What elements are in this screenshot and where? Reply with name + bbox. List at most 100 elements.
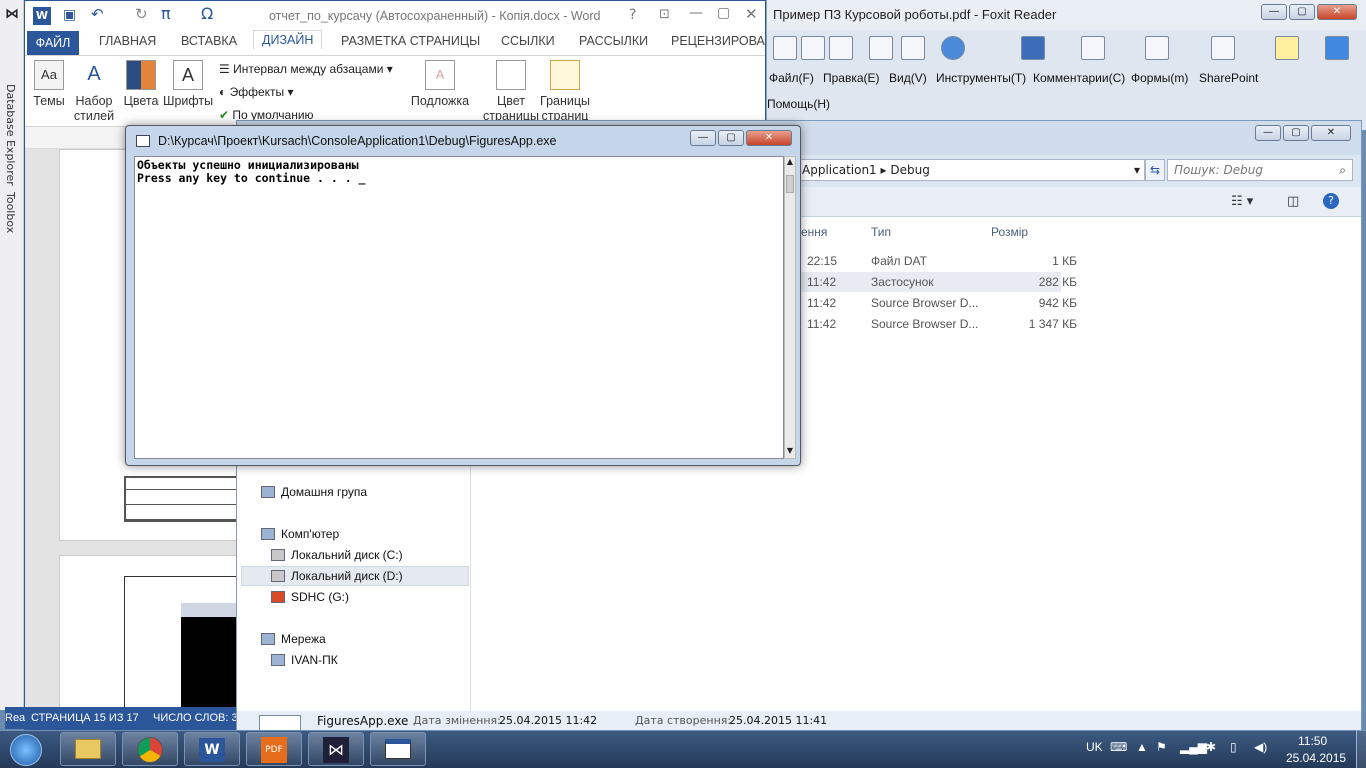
taskbar-explorer[interactable] xyxy=(60,732,116,766)
tab-mailings[interactable]: РАССЫЛКИ xyxy=(579,34,648,48)
open-icon[interactable] xyxy=(773,36,797,60)
console-output[interactable]: Объекты успешно инициализированы Press an… xyxy=(134,156,784,459)
column-size[interactable]: Розмір xyxy=(991,225,1028,239)
page-count[interactable]: СТРАНИЦА 15 ИЗ 17 xyxy=(31,707,139,729)
view-options-icon[interactable]: ☷ ▾ xyxy=(1231,194,1253,209)
clock-time[interactable]: 11:50 xyxy=(1298,734,1327,748)
menu-tools[interactable]: Инструменты(T) xyxy=(936,71,1026,85)
taskbar-chrome[interactable] xyxy=(122,732,178,766)
taskbar-foxit[interactable]: PDF xyxy=(246,732,302,766)
rotate-icon[interactable] xyxy=(1021,36,1045,60)
search-icon[interactable]: ⌕ xyxy=(1339,160,1346,180)
help-icon[interactable]: ? xyxy=(629,7,636,23)
console-maximize-button[interactable]: ▢ xyxy=(718,130,744,146)
address-dropdown-icon[interactable]: ▾ xyxy=(1134,160,1140,180)
language-indicator[interactable]: UK xyxy=(1086,740,1103,754)
page-borders-button[interactable]: Границы страниц xyxy=(537,60,593,124)
menu-comments[interactable]: Комментарии(C) xyxy=(1033,71,1125,85)
foxit-maximize-button[interactable]: ▢ xyxy=(1289,4,1315,20)
column-type[interactable]: Тип xyxy=(871,225,891,239)
taskbar-word[interactable]: W xyxy=(184,732,240,766)
explorer-minimize-button[interactable]: — xyxy=(1255,125,1281,141)
keyboard-icon[interactable]: ⌨ xyxy=(1110,740,1127,754)
nav-homegroup[interactable]: Домашня група xyxy=(261,485,367,499)
show-hidden-icons-icon[interactable]: ▲ xyxy=(1136,740,1148,754)
toolbox-tab[interactable]: Toolbox xyxy=(4,192,17,233)
fonts-button[interactable]: A Шрифты xyxy=(163,60,213,109)
close-button[interactable]: ✕ xyxy=(745,5,758,23)
maximize-button[interactable]: ▢ xyxy=(717,5,730,21)
breadcrumb-debug[interactable]: Debug xyxy=(890,163,929,177)
nav-network[interactable]: Мережа xyxy=(261,632,326,646)
explorer-close-button[interactable]: ✕ xyxy=(1311,125,1351,141)
save-icon[interactable] xyxy=(801,36,825,60)
print-icon[interactable] xyxy=(869,36,893,60)
page-color-button[interactable]: Цвет страницы xyxy=(481,60,541,124)
preview-pane-icon[interactable]: ◫ xyxy=(1287,194,1299,209)
minimize-button[interactable]: — xyxy=(689,5,703,21)
tab-references[interactable]: ССЫЛКИ xyxy=(501,34,555,48)
add-page-icon[interactable] xyxy=(1145,36,1169,60)
word-count[interactable]: ЧИСЛО СЛОВ: 3 xyxy=(153,707,237,729)
symbol-icon[interactable]: Ω xyxy=(201,4,213,23)
ribbon-options-icon[interactable]: ⊡ xyxy=(659,7,670,22)
scan-icon[interactable] xyxy=(901,36,925,60)
scroll-thumb[interactable] xyxy=(786,175,794,193)
equation-icon[interactable]: π xyxy=(161,4,171,23)
nav-disk-c[interactable]: Локальний диск (C:) xyxy=(271,548,403,562)
start-button[interactable] xyxy=(6,734,46,766)
battery-icon[interactable]: ▯ xyxy=(1230,740,1237,754)
tab-file[interactable]: ФАЙЛ xyxy=(27,31,79,55)
typewriter-icon[interactable] xyxy=(1275,36,1299,60)
action-center-icon[interactable]: ⚑ xyxy=(1156,740,1167,754)
nav-sdhc[interactable]: SDHC (G:) xyxy=(271,590,349,604)
fullscreen-icon[interactable] xyxy=(1325,36,1349,60)
file-row[interactable]: 11:42 Source Browser D... 1 347 КБ xyxy=(789,314,1349,334)
volume-icon[interactable]: ◀) xyxy=(1254,740,1267,754)
security-icon[interactable]: ✱ xyxy=(1206,740,1216,754)
foxit-close-button[interactable]: ✕ xyxy=(1317,4,1357,20)
save-icon[interactable]: ▣ xyxy=(63,7,76,23)
foxit-minimize-button[interactable]: — xyxy=(1261,4,1287,20)
scroll-up-icon[interactable]: ▲ xyxy=(785,157,795,169)
watermark-button[interactable]: A Подложка xyxy=(409,60,471,109)
file-row[interactable]: 22:15 Файл DAT 1 КБ xyxy=(789,251,1349,271)
nav-computer[interactable]: Комп'ютер xyxy=(261,527,339,541)
nav-pc[interactable]: IVAN-ПК xyxy=(271,653,338,667)
nav-disk-d[interactable]: Локальний диск (D:) xyxy=(271,569,403,583)
colors-button[interactable]: Цвета xyxy=(121,60,161,109)
menu-edit[interactable]: Правка(E) xyxy=(823,71,880,85)
tab-home[interactable]: ГЛАВНАЯ xyxy=(99,34,156,48)
zoom-percent-icon[interactable] xyxy=(1211,36,1235,60)
column-modified[interactable]: ення xyxy=(801,225,827,239)
console-scrollbar[interactable]: ▲ ▼ xyxy=(784,156,796,459)
breadcrumb-application[interactable]: Application1 xyxy=(802,163,877,177)
database-explorer-tab[interactable]: Database Explorer xyxy=(4,84,17,186)
taskbar-visual-studio[interactable]: ⋈ xyxy=(308,732,364,766)
tab-design[interactable]: ДИЗАЙН xyxy=(253,30,323,49)
menu-sharepoint[interactable]: SharePoint xyxy=(1199,71,1258,85)
themes-button[interactable]: Aa Темы xyxy=(31,60,67,109)
tab-review[interactable]: РЕЦЕНЗИРОВА xyxy=(671,34,765,48)
style-set-button[interactable]: A Набор стилей xyxy=(71,60,117,124)
refresh-icon[interactable]: ⇆ xyxy=(1145,159,1165,181)
taskbar-console[interactable] xyxy=(370,732,426,766)
menu-help[interactable]: Помощь(H) xyxy=(767,97,830,111)
effects-button[interactable]: ◐ Эффекты ▾ xyxy=(219,85,294,99)
clock-date[interactable]: 25.04.2015 xyxy=(1286,751,1346,765)
find-icon[interactable] xyxy=(1081,36,1105,60)
address-bar[interactable]: Application1 ▸ Debug ▾ xyxy=(797,159,1145,181)
scroll-down-icon[interactable]: ▼ xyxy=(785,446,795,458)
menu-file[interactable]: Файл(F) xyxy=(769,71,814,85)
save-as-icon[interactable] xyxy=(829,36,853,60)
menu-view[interactable]: Вид(V) xyxy=(889,71,927,85)
show-desktop-button[interactable] xyxy=(1356,730,1366,768)
undo-icon[interactable]: ↶ xyxy=(91,5,104,23)
console-close-button[interactable]: ✕ xyxy=(746,130,792,146)
menu-forms[interactable]: Формы(m) xyxy=(1131,71,1188,85)
search-input[interactable]: Пошук: Debug ⌕ xyxy=(1167,159,1353,181)
tab-insert[interactable]: ВСТАВКА xyxy=(181,34,237,48)
upload-icon[interactable] xyxy=(941,36,965,60)
file-row-selected[interactable]: 11:42 Застосунок 282 КБ xyxy=(789,272,1077,292)
explorer-maximize-button[interactable]: ▢ xyxy=(1283,125,1309,141)
